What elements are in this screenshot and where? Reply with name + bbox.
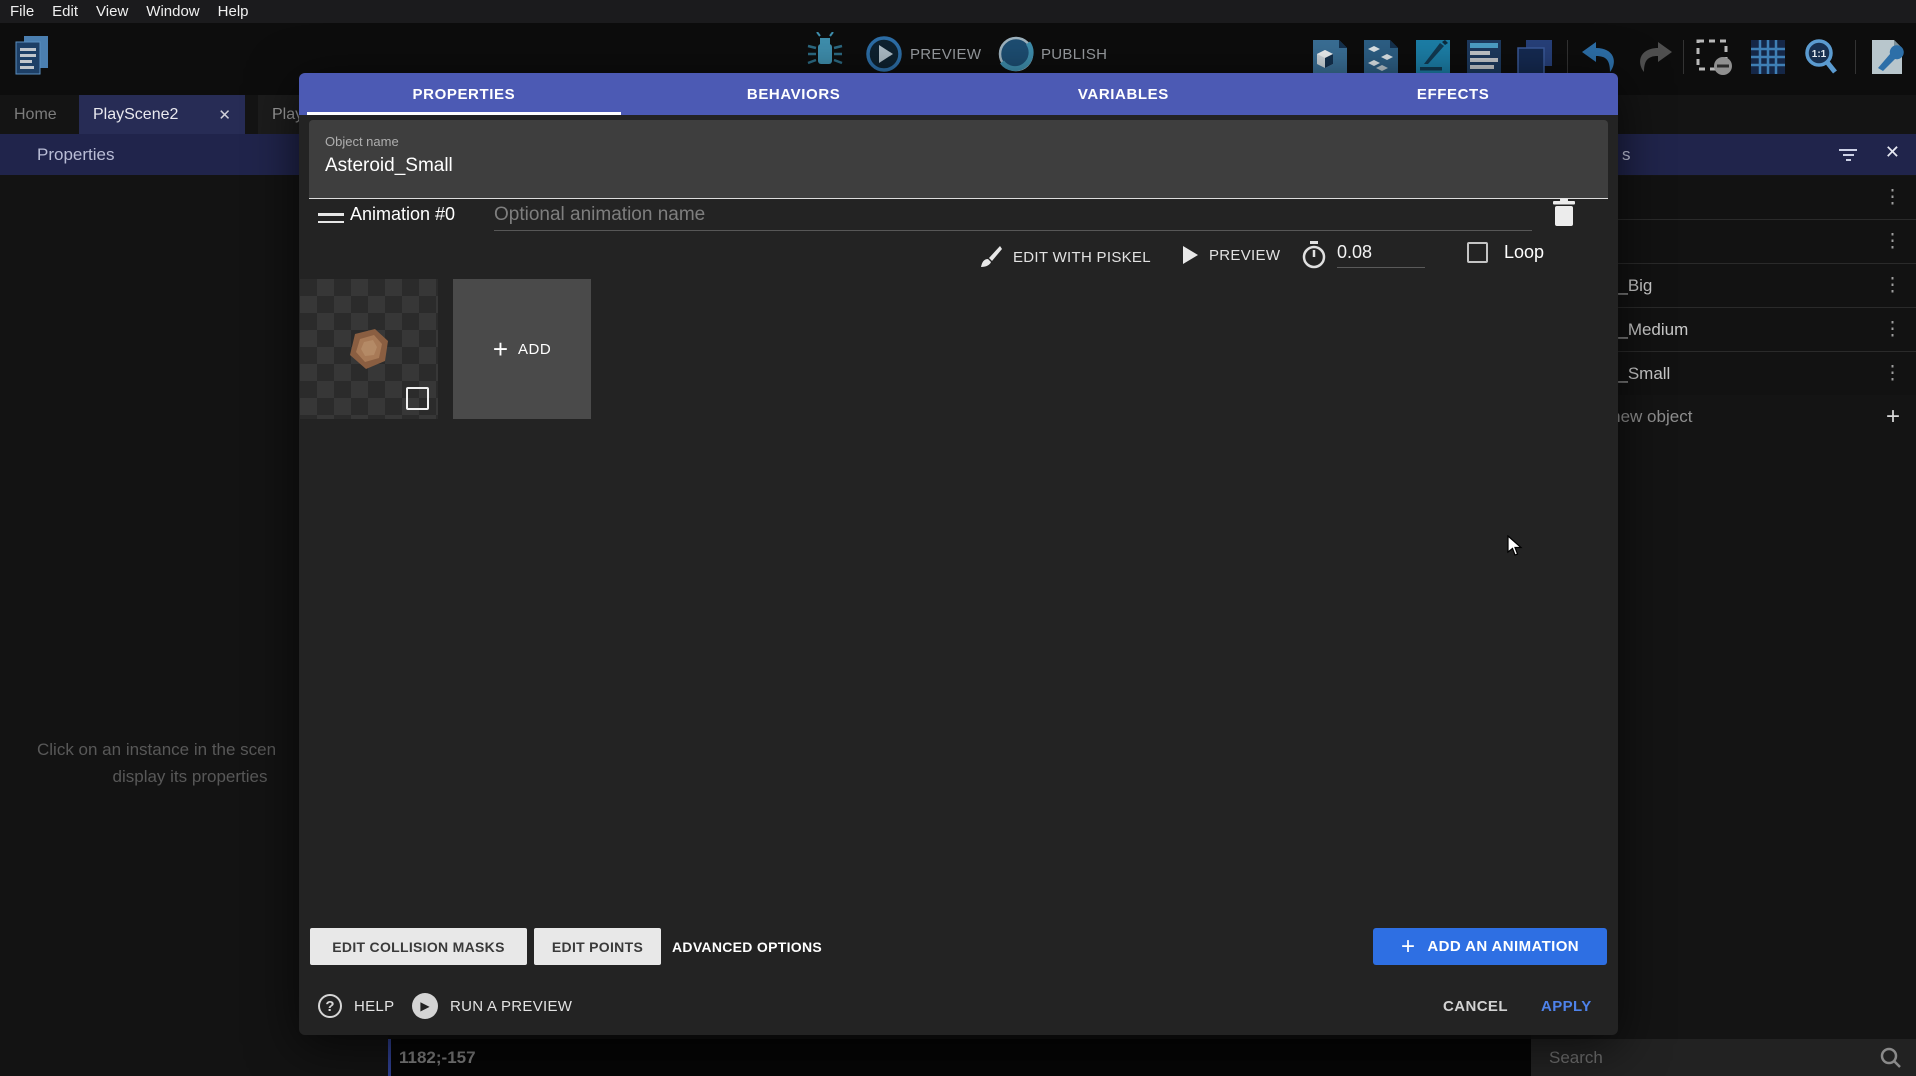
animation-frame-thumbnail[interactable] (300, 279, 438, 419)
toolbar-separator (1683, 40, 1684, 74)
svg-text:1:1: 1:1 (1812, 49, 1827, 60)
edit-scene-icon[interactable] (1414, 38, 1452, 76)
animation-title: Animation #0 (350, 204, 455, 225)
tab-variables[interactable]: VARIABLES (959, 73, 1289, 115)
empty-state-text: Click on an instance in the scen (37, 740, 276, 760)
preview-button[interactable]: PREVIEW (910, 46, 981, 63)
add-instances-icon[interactable] (1362, 38, 1400, 76)
publish-button[interactable]: PUBLISH (1041, 46, 1107, 63)
properties-panel-title: Properties (37, 145, 114, 165)
layers-icon[interactable] (1516, 38, 1554, 76)
tab-properties[interactable]: PROPERTIES (299, 73, 629, 115)
kebab-menu-icon[interactable]: ⋮ (1883, 236, 1902, 248)
dialog-tab-bar: PROPERTIES BEHAVIORS VARIABLES EFFECTS (299, 73, 1618, 115)
tab-effects[interactable]: EFFECTS (1288, 73, 1618, 115)
edit-points-button[interactable]: EDIT POINTS (534, 928, 661, 965)
loop-checkbox[interactable] (1467, 242, 1488, 263)
kebab-menu-icon[interactable]: ⋮ (1883, 368, 1902, 380)
delete-animation-button[interactable] (1551, 198, 1577, 228)
cursor-coordinates: 1182;-157 (399, 1048, 476, 1068)
close-icon[interactable]: ✕ (1885, 142, 1900, 163)
search-input[interactable] (1549, 1048, 1880, 1068)
help-icon: ? (318, 994, 342, 1018)
instances-list-icon[interactable] (1465, 38, 1503, 76)
run-a-preview-button[interactable]: ▶ RUN A PREVIEW (412, 993, 572, 1019)
object-name-field[interactable]: Object name (309, 120, 1608, 199)
menu-view[interactable]: View (96, 3, 128, 20)
drag-handle-icon[interactable] (318, 213, 344, 223)
grid-icon[interactable] (1749, 38, 1787, 76)
plus-icon: + (1401, 938, 1415, 956)
toolbar-separator (1567, 40, 1568, 74)
loop-control: Loop (1467, 242, 1544, 263)
preview-play-icon[interactable] (866, 36, 902, 72)
menu-bar: File Edit View Window Help (0, 0, 1916, 23)
toolbar-separator (1855, 40, 1856, 74)
publish-globe-icon[interactable] (998, 36, 1034, 72)
zoom-1-1-icon[interactable]: 1:1 (1802, 38, 1840, 76)
undo-icon[interactable] (1580, 38, 1620, 76)
tab-playscene2[interactable]: PlayScene2 ✕ (79, 95, 245, 134)
debug-icon[interactable] (806, 32, 844, 76)
preview-animation-button[interactable]: PREVIEW (1181, 245, 1280, 265)
filter-icon[interactable] (1838, 146, 1858, 162)
menu-file[interactable]: File (10, 3, 34, 20)
trash-icon (1551, 198, 1577, 228)
loop-label: Loop (1504, 242, 1544, 263)
play-circle-icon: ▶ (412, 993, 438, 1019)
mouse-cursor (1507, 535, 1525, 562)
object-editor-dialog: PROPERTIES BEHAVIORS VARIABLES EFFECTS O… (299, 73, 1618, 1035)
redo-icon[interactable] (1634, 38, 1674, 76)
edit-with-piskel-button[interactable]: EDIT WITH PISKEL (979, 245, 1151, 269)
time-between-frames-field (1301, 241, 1425, 269)
frame-select-checkbox[interactable] (406, 387, 429, 410)
add-object-icon[interactable] (1311, 38, 1349, 76)
cancel-button[interactable]: CANCEL (1443, 998, 1508, 1015)
menu-window[interactable]: Window (146, 3, 199, 20)
kebab-menu-icon[interactable]: ⋮ (1883, 192, 1902, 204)
status-bar: 1182;-157 (388, 1039, 1531, 1076)
play-icon (1181, 245, 1199, 265)
tab-behaviors[interactable]: BEHAVIORS (629, 73, 959, 115)
search-icon (1880, 1047, 1902, 1069)
advanced-options-button[interactable]: ADVANCED OPTIONS (672, 928, 822, 965)
add-an-animation-button[interactable]: + ADD AN ANIMATION (1373, 928, 1607, 965)
menu-edit[interactable]: Edit (52, 3, 78, 20)
object-name-input[interactable] (325, 155, 1585, 177)
object-name-label: Object name (325, 134, 1608, 149)
animation-name-input[interactable] (494, 199, 1532, 231)
plus-icon: + (1886, 403, 1900, 431)
gdevelop-window: File Edit View Window Help (0, 0, 1916, 1076)
help-button[interactable]: ? HELP (318, 994, 394, 1018)
timer-icon (1301, 241, 1327, 269)
plus-icon: + (493, 339, 508, 359)
deselect-icon[interactable] (1695, 38, 1733, 76)
edit-collision-masks-button[interactable]: EDIT COLLISION MASKS (310, 928, 527, 965)
objects-search-bar (1531, 1039, 1916, 1076)
menu-help[interactable]: Help (218, 3, 249, 20)
project-manager-icon[interactable] (12, 34, 50, 78)
time-between-frames-input[interactable] (1337, 242, 1425, 268)
apply-button[interactable]: APPLY (1541, 998, 1592, 1015)
add-frame-button[interactable]: + ADD (453, 279, 591, 419)
scene-properties-icon[interactable] (1868, 38, 1906, 76)
objects-panel-title: s (1622, 145, 1631, 165)
tab-home[interactable]: Home (0, 95, 71, 134)
brush-icon (979, 245, 1003, 269)
tab-close-icon[interactable]: ✕ (218, 106, 231, 124)
kebab-menu-icon[interactable]: ⋮ (1883, 324, 1902, 336)
kebab-menu-icon[interactable]: ⋮ (1883, 280, 1902, 292)
